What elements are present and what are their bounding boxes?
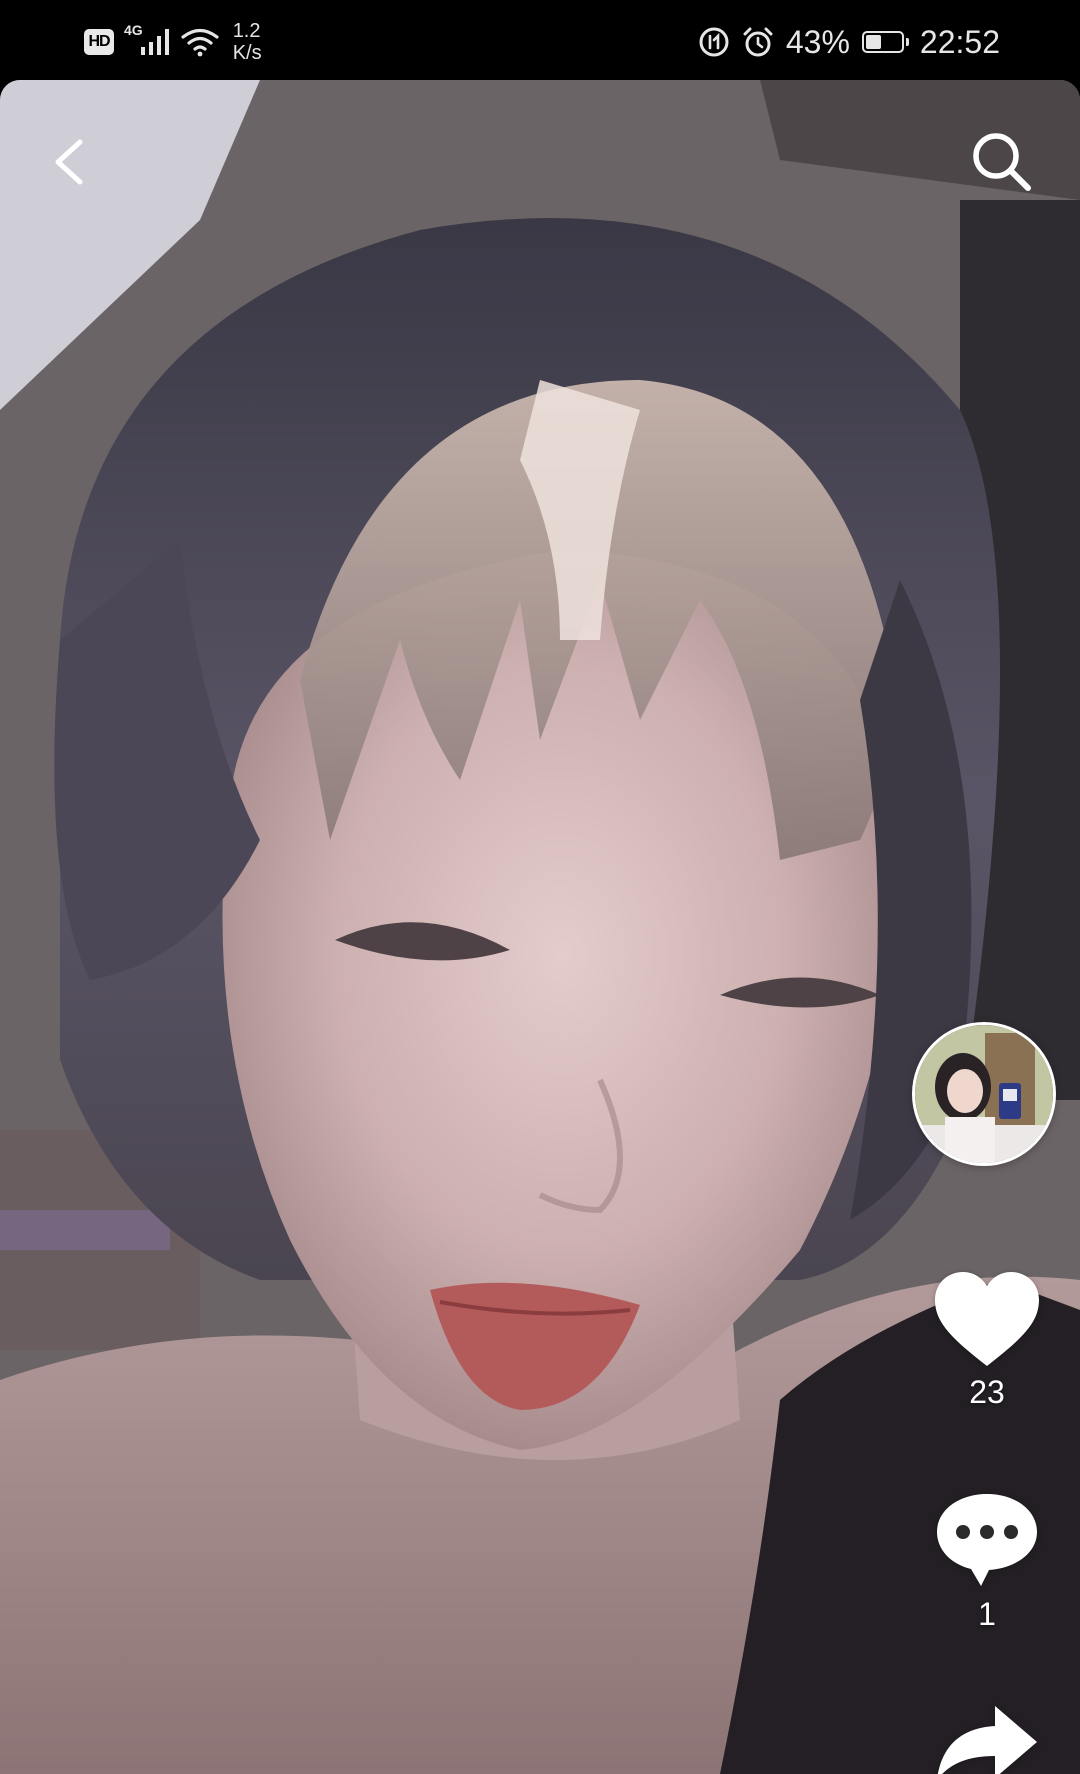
speed-unit: K/s [232, 42, 262, 64]
chevron-left-icon [55, 139, 83, 185]
network-type-label: 4G [124, 22, 143, 38]
status-bar: HD 4G 1.2 K/s 43% 22:52 [0, 0, 1080, 80]
video-player[interactable]: 23 1 [0, 80, 1080, 1774]
data-saver-icon [699, 27, 729, 57]
battery-level-fill [865, 35, 881, 49]
comment-count: 1 [978, 1596, 996, 1632]
clock-time: 22:52 [919, 23, 1000, 60]
like-count: 23 [969, 1374, 1005, 1410]
search-button[interactable] [968, 128, 1036, 196]
wifi-icon [181, 28, 219, 57]
status-left-group: HD 4G 1.2 K/s [84, 18, 262, 66]
alarm-icon [743, 27, 773, 57]
comment-button[interactable]: 1 [928, 1490, 1046, 1633]
battery-icon [861, 31, 909, 53]
share-arrow-icon [938, 1706, 1037, 1774]
network-speed: 1.2 K/s [233, 20, 262, 64]
search-icon [973, 133, 1031, 191]
like-button[interactable]: 23 [928, 1270, 1046, 1411]
signal-icon [140, 29, 169, 55]
video-frame-image [0, 80, 1080, 1774]
heart-icon [935, 1272, 1039, 1366]
back-button[interactable] [44, 136, 96, 188]
comment-bubble-icon [937, 1494, 1037, 1586]
speed-value: 1.2 [232, 20, 261, 42]
avatar-image [915, 1025, 1053, 1163]
creator-avatar[interactable] [912, 1022, 1056, 1166]
status-right-group: 43% 22:52 [698, 18, 1000, 66]
share-button[interactable] [928, 1702, 1046, 1774]
battery-percent: 43% [785, 23, 850, 60]
hd-icon: HD [84, 29, 114, 55]
